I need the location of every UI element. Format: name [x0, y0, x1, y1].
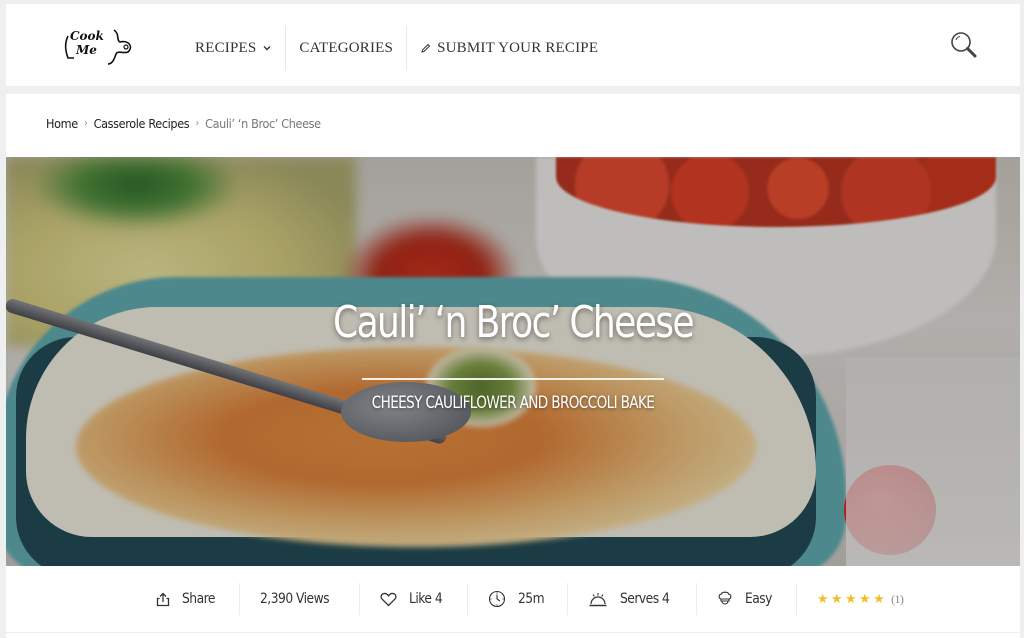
- nav-categories-label: CATEGORIES: [299, 39, 394, 56]
- pencil-icon: [421, 43, 431, 53]
- views-count: 2,390 Views: [240, 574, 358, 624]
- rating[interactable]: ★ ★ ★ ★ ★ (1): [797, 574, 924, 624]
- star-icon[interactable]: ★: [859, 592, 871, 607]
- breadcrumb-current: Cauli’ ‘n Broc’ Cheese: [205, 116, 321, 131]
- search-icon: [951, 32, 977, 58]
- difficulty: Easy: [697, 574, 796, 624]
- logo[interactable]: Cook Me: [56, 20, 136, 68]
- chef-hat-icon: [718, 591, 732, 605]
- nav-categories[interactable]: CATEGORIES: [286, 26, 406, 70]
- divider: [6, 632, 1020, 633]
- servings-label: Serves 4: [620, 591, 670, 607]
- title-divider: [362, 378, 664, 380]
- hero-banner: Cauli’ ‘n Broc’ Cheese CHEESY CAULIFLOWE…: [6, 157, 1020, 566]
- nav-submit-recipe[interactable]: SUBMIT YOUR RECIPE: [407, 26, 611, 70]
- breadcrumb-separator: ›: [195, 118, 200, 129]
- star-icon[interactable]: ★: [817, 592, 829, 607]
- share-button[interactable]: Share: [136, 574, 239, 624]
- star-icon[interactable]: ★: [845, 592, 857, 607]
- site-header: Cook Me RECIPES CATEGORIES SUBMIT YOUR R…: [6, 4, 1020, 86]
- nav-recipes[interactable]: RECIPES: [182, 26, 285, 70]
- recipe-card: Home › Casserole Recipes › Cauli’ ‘n Bro…: [6, 94, 1020, 638]
- svg-text:Cook: Cook: [70, 29, 104, 43]
- cook-time-label: 25m: [517, 591, 545, 607]
- heart-icon: [380, 592, 397, 606]
- recipe-subtitle: CHEESY CAULIFLOWER AND BROCCOLI BAKE: [371, 393, 655, 413]
- nav-recipes-label: RECIPES: [195, 39, 257, 56]
- like-button[interactable]: Like 4: [360, 574, 467, 624]
- search-button[interactable]: [946, 28, 982, 64]
- rating-stars[interactable]: ★ ★ ★ ★ ★: [817, 592, 887, 607]
- cloche-icon: [589, 592, 607, 606]
- star-icon[interactable]: ★: [873, 592, 885, 607]
- like-label: Like 4: [408, 591, 443, 607]
- breadcrumb-separator: ›: [84, 118, 88, 129]
- cookme-logo-icon: Cook Me: [64, 29, 132, 65]
- share-label: Share: [182, 591, 215, 607]
- main-nav: RECIPES CATEGORIES SUBMIT YOUR RECIPE: [182, 26, 611, 70]
- breadcrumb: Home › Casserole Recipes › Cauli’ ‘n Bro…: [46, 116, 321, 131]
- difficulty-label: Easy: [745, 591, 773, 607]
- recipe-title: Cauli’ ‘n Broc’ Cheese: [333, 297, 695, 348]
- hero-overlay: [6, 157, 1020, 566]
- recipe-meta-bar: Share 2,390 Views Like 4 25m Serves 4 Ea…: [136, 574, 923, 624]
- views-label: 2,390 Views: [260, 591, 330, 607]
- clock-icon: [488, 590, 505, 608]
- share-icon: [156, 592, 170, 606]
- rating-count: (1): [891, 591, 904, 606]
- star-icon[interactable]: ★: [831, 592, 843, 607]
- chevron-down-icon: [263, 46, 271, 51]
- cook-time: 25m: [468, 574, 568, 624]
- servings: Serves 4: [568, 574, 696, 624]
- svg-text:Me: Me: [75, 43, 97, 57]
- breadcrumb-casserole-recipes[interactable]: Casserole Recipes: [94, 116, 190, 131]
- nav-submit-label: SUBMIT YOUR RECIPE: [437, 39, 599, 56]
- breadcrumb-home[interactable]: Home: [46, 116, 78, 131]
